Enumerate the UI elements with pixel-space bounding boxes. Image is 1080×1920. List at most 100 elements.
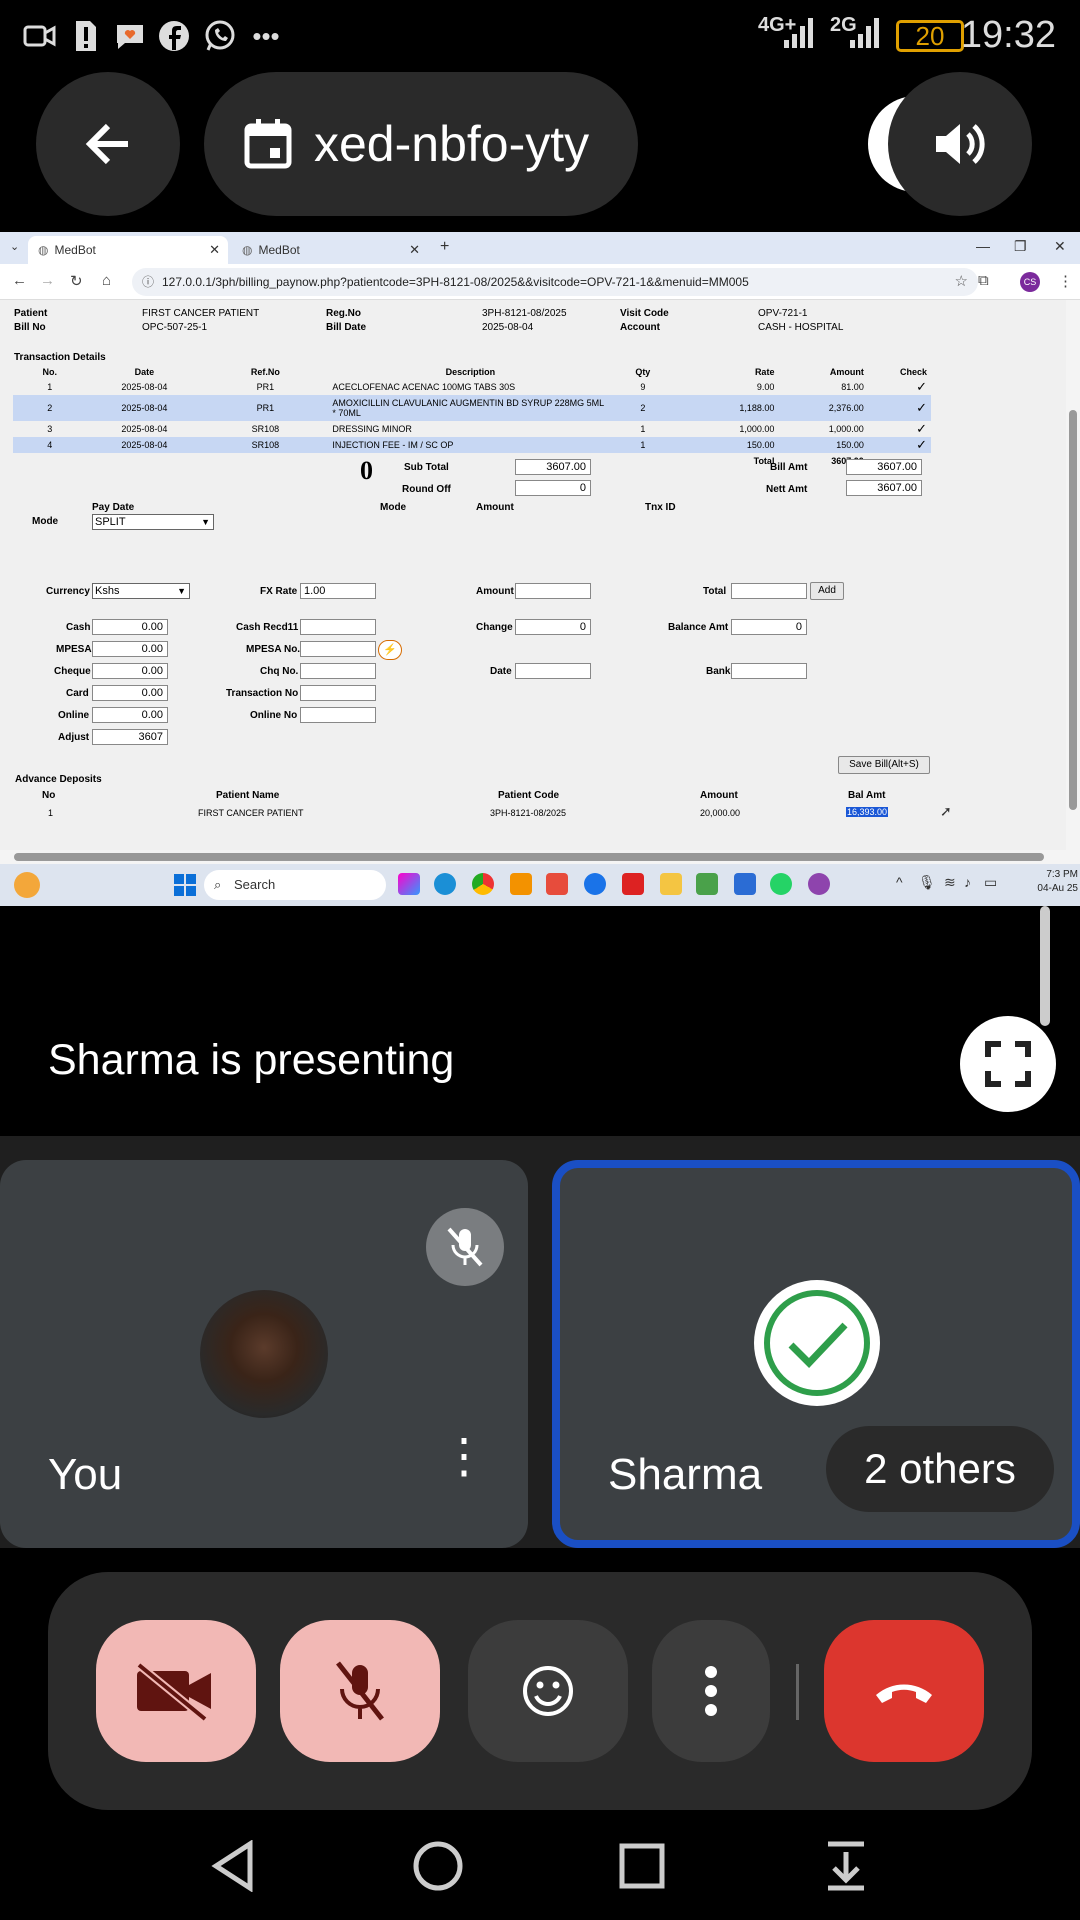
cell-qty: 9 <box>640 382 646 392</box>
nettamt-input[interactable]: 3607.00 <box>846 480 922 496</box>
extensions-icon[interactable]: ⧉ <box>978 272 989 289</box>
bank-input[interactable] <box>731 663 807 679</box>
search-app-icon[interactable] <box>510 873 532 895</box>
amount-input[interactable] <box>515 583 591 599</box>
restore-button[interactable]: ❐ <box>1014 238 1027 255</box>
new-tab-button[interactable]: + <box>440 238 449 256</box>
reactions-button[interactable] <box>468 1620 628 1762</box>
mic-tray-icon[interactable]: 🎙︎ <box>918 874 936 891</box>
file-explorer-icon[interactable] <box>660 873 682 895</box>
tile-sharma[interactable]: Sharma 2 others <box>552 1160 1080 1548</box>
mpesano-input[interactable] <box>300 641 376 657</box>
check-icon[interactable]: ✓ <box>868 379 931 395</box>
nav-notification-button[interactable] <box>818 1838 874 1894</box>
table-row[interactable]: 2 2025-08-04 PR1 AMOXICILLIN CLAVULANIC … <box>13 395 931 421</box>
adjust-input[interactable]: 3607 <box>92 729 168 745</box>
online-label: Online <box>58 710 90 721</box>
weather-widget-icon[interactable] <box>14 872 40 898</box>
reload-icon[interactable]: ↻ <box>70 272 83 290</box>
table-row[interactable]: 3 2025-08-04 SR108 DRESSING MINOR 1 1,00… <box>13 421 931 437</box>
profile-avatar[interactable]: CS <box>1020 272 1040 292</box>
battery-tray-icon[interactable]: ▭ <box>984 874 997 891</box>
scrollbar-thumb[interactable] <box>14 853 1044 861</box>
bookmark-star-icon[interactable]: ☆ <box>955 268 968 296</box>
wifi-icon[interactable]: ≋ <box>944 874 956 891</box>
todo-icon[interactable] <box>734 873 756 895</box>
vertical-scrollbar[interactable] <box>1066 300 1080 900</box>
more-options-button[interactable]: ⋮ <box>440 1428 488 1484</box>
subtotal-input[interactable]: 3607.00 <box>515 459 591 475</box>
date-input[interactable] <box>515 663 591 679</box>
volume-icon[interactable]: ♪ <box>964 874 971 890</box>
browser-menu-icon[interactable]: ⋮ <box>1058 272 1073 290</box>
site-info-icon[interactable]: ⓘ <box>142 268 154 296</box>
tray-chevron-icon[interactable]: ^ <box>896 874 903 890</box>
chrome-profile-icon[interactable] <box>808 873 830 895</box>
close-tab-icon[interactable]: ✕ <box>409 242 420 258</box>
txnno-input[interactable] <box>300 685 376 701</box>
mode-select[interactable]: SPLIT ▼ <box>92 514 214 530</box>
nav-back-button[interactable] <box>206 1838 262 1894</box>
close-tab-icon[interactable]: ✕ <box>209 242 220 258</box>
app-icon[interactable] <box>584 873 606 895</box>
roundoff-input[interactable]: 0 <box>515 480 591 496</box>
wps-icon[interactable] <box>622 873 644 895</box>
card-input[interactable]: 0.00 <box>92 685 168 701</box>
whatsapp-desktop-icon[interactable] <box>770 873 792 895</box>
cash-input[interactable]: 0.00 <box>92 619 168 635</box>
back-arrow-icon[interactable]: ← <box>12 272 27 289</box>
speaker-button[interactable] <box>888 72 1032 216</box>
fxrate-input[interactable]: 1.00 <box>300 583 376 599</box>
onlineno-input[interactable] <box>300 707 376 723</box>
window-close-button[interactable]: ✕ <box>1054 238 1066 255</box>
online-input[interactable]: 0.00 <box>92 707 168 723</box>
save-bill-button[interactable]: Save Bill(Alt+S) <box>838 756 930 774</box>
adv-cell-bal-selected[interactable]: 16,393.00 <box>846 807 889 817</box>
nav-home-button[interactable] <box>410 1838 466 1894</box>
edge-icon[interactable] <box>434 873 456 895</box>
more-actions-button[interactable] <box>652 1620 770 1762</box>
end-call-button[interactable] <box>824 1620 984 1762</box>
check-icon[interactable]: ✓ <box>868 395 931 421</box>
fullscreen-button[interactable] <box>960 1016 1056 1112</box>
horizontal-scrollbar[interactable] <box>0 850 1066 864</box>
total2-input[interactable] <box>731 583 807 599</box>
cheque-input[interactable]: 0.00 <box>92 663 168 679</box>
tab-medbot-active[interactable]: ◍ MedBot ✕ <box>28 236 228 264</box>
chqno-input[interactable] <box>300 663 376 679</box>
taskbar-clock[interactable]: 7:3 PM 04-Au 25 <box>1014 868 1078 896</box>
check-icon[interactable]: ✓ <box>868 421 931 437</box>
snipping-tool-icon[interactable] <box>546 873 568 895</box>
camera-toggle-button[interactable] <box>96 1620 256 1762</box>
meeting-info-button[interactable]: xed-nbfo-yty <box>204 72 638 216</box>
add-button[interactable]: Add <box>810 582 844 600</box>
table-row[interactable]: 4 2025-08-04 SR108 INJECTION FEE - IM / … <box>13 437 931 453</box>
change-label: Change <box>476 622 513 633</box>
currency-select[interactable]: Kshs ▼ <box>92 583 190 599</box>
back-button[interactable] <box>36 72 180 216</box>
billamt-input[interactable]: 3607.00 <box>846 459 922 475</box>
windows-start-icon[interactable] <box>174 874 196 901</box>
tab-medbot[interactable]: ◍ MedBot ✕ <box>232 236 428 264</box>
mic-toggle-button[interactable] <box>280 1620 440 1762</box>
chrome-icon[interactable] <box>472 873 494 895</box>
mpesa-input[interactable]: 0.00 <box>92 641 168 657</box>
table-row[interactable]: 1 2025-08-04 PR1 ACECLOFENAC ACENAC 100M… <box>13 379 931 395</box>
minimize-button[interactable]: — <box>976 238 990 254</box>
url-input[interactable]: ⓘ 127.0.0.1/3ph/billing_paynow.php?patie… <box>132 268 978 296</box>
change-input[interactable]: 0 <box>515 619 591 635</box>
tile-you[interactable]: You ⋮ <box>0 1160 528 1548</box>
nav-recents-button[interactable] <box>614 1838 670 1894</box>
taskbar-search-input[interactable]: ⌕ Search <box>204 870 386 900</box>
home-icon[interactable]: ⌂ <box>102 272 111 289</box>
forward-arrow-icon[interactable]: → <box>40 272 55 289</box>
others-button[interactable]: 2 others <box>826 1426 1054 1512</box>
notepad-icon[interactable] <box>696 873 718 895</box>
check-icon[interactable]: ✓ <box>868 437 931 453</box>
balance-input[interactable]: 0 <box>731 619 807 635</box>
cashrecd-input[interactable] <box>300 619 376 635</box>
copilot-icon[interactable] <box>398 873 420 895</box>
scrollbar-thumb[interactable] <box>1069 410 1077 810</box>
tab-search-icon[interactable]: ⌄ <box>10 240 19 253</box>
mpesa-lookup-icon[interactable]: ⚡ <box>378 640 402 660</box>
